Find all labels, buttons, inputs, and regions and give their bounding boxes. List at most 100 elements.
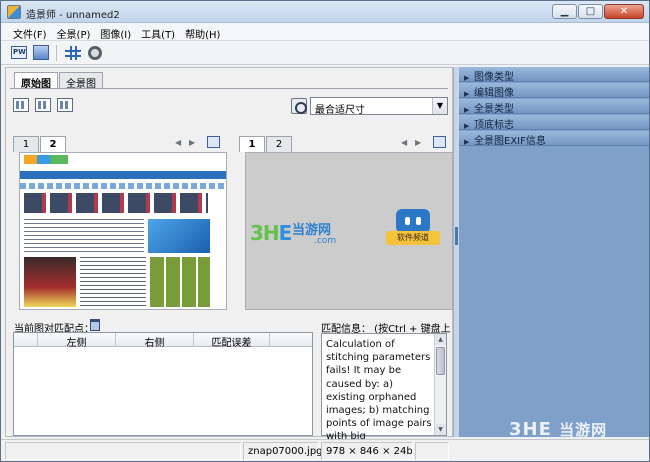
column-header-index[interactable] xyxy=(14,333,38,347)
thumb-site-logo xyxy=(24,155,68,164)
thumb-text-lines xyxy=(24,219,144,253)
menu-panorama[interactable]: 全景(P) xyxy=(53,23,97,41)
robot-eye xyxy=(416,217,421,225)
prev-image-icon[interactable]: ◀ xyxy=(175,138,181,147)
close-button[interactable]: ✕ xyxy=(604,4,644,19)
menu-bar: 文件(F) 全景(P) 图像(I) 工具(T) 帮助(H) xyxy=(1,23,649,41)
match-info-text: Calculation of stitching parameters fail… xyxy=(326,339,432,443)
site-watermark: 3HE 当游网 xyxy=(509,419,608,440)
thumbnail-view-icon[interactable] xyxy=(13,98,29,112)
grid-tool-icon xyxy=(65,46,81,60)
trash-icon[interactable] xyxy=(90,319,100,331)
site-domain-text: .com xyxy=(314,236,337,246)
chevron-right-icon: ▶ xyxy=(464,122,470,130)
menu-file[interactable]: 文件(F) xyxy=(9,23,53,41)
chevron-right-icon: ▶ xyxy=(464,74,470,82)
layout-buttons xyxy=(13,98,73,112)
right-pane-tab-1[interactable]: 1 xyxy=(239,136,265,152)
zoom-fit-icon[interactable] xyxy=(291,98,307,114)
tab-panorama[interactable]: 全景图 xyxy=(59,72,103,90)
scroll-down-icon[interactable]: ▼ xyxy=(435,424,446,435)
zoom-select-value: 最合适尺寸 xyxy=(315,105,365,116)
app-logo-icon xyxy=(7,5,21,19)
chevron-down-icon[interactable]: ▼ xyxy=(432,98,447,114)
maximize-icon: □ xyxy=(585,6,596,17)
task-panorama-type[interactable]: ▶ 全景类型 xyxy=(459,99,649,115)
task-edit-image[interactable]: ▶ 编辑图像 xyxy=(459,83,649,99)
panorama-window-button[interactable]: PW xyxy=(9,44,29,62)
dock-window-icon[interactable] xyxy=(433,136,446,148)
task-zenith-nadir-mark[interactable]: ▶ 顶底标志 xyxy=(459,115,649,131)
task-image-type[interactable]: ▶ 图像类型 xyxy=(459,67,649,83)
thumb-header xyxy=(20,153,226,165)
maximize-button[interactable]: □ xyxy=(578,4,603,19)
next-image-icon[interactable]: ▶ xyxy=(189,138,195,147)
app-window: 造景师 - unnamed2 ▁ □ ✕ 文件(F) 全景(P) 图像(I) 工… xyxy=(0,0,650,462)
window-title: 造景师 - unnamed2 xyxy=(26,10,120,21)
match-info-textbox[interactable]: Calculation of stitching parameters fail… xyxy=(321,333,447,442)
table-header: 左侧 右侧 匹配误差 xyxy=(14,333,312,349)
column-header-left[interactable]: 左侧 xyxy=(38,333,116,349)
tab-original-images[interactable]: 原始图 xyxy=(14,72,58,90)
scrollbar-thumb[interactable] xyxy=(436,347,445,375)
settings-button[interactable] xyxy=(85,44,105,62)
chevron-right-icon: ▶ xyxy=(464,138,470,146)
right-pane-tabs: 1 2 xyxy=(239,136,293,152)
tab-divider xyxy=(10,88,448,89)
status-bar: znap07000.jpg 978 × 846 × 24b xyxy=(1,439,649,461)
status-dimensions: 978 × 846 × 24b xyxy=(321,442,413,460)
left-pane-tab-2[interactable]: 2 xyxy=(40,136,66,152)
left-image-preview[interactable] xyxy=(19,152,227,310)
thumb-text-lines-2 xyxy=(80,257,146,307)
image-window-button[interactable] xyxy=(31,44,51,62)
column-header-error[interactable]: 匹配误差 xyxy=(194,333,270,349)
zoom-select[interactable]: 最合适尺寸 ▼ xyxy=(310,97,448,116)
minimize-icon: ▁ xyxy=(560,6,569,17)
right-image-preview[interactable]: 3HE 当游网 .com 软件频道 xyxy=(245,152,453,310)
prev-image-icon[interactable]: ◀ xyxy=(401,138,407,147)
thumb-navbar xyxy=(20,171,226,179)
splitter-grip[interactable] xyxy=(455,227,458,245)
match-info-scrollbar[interactable]: ▲ ▼ xyxy=(434,334,446,435)
thumb-app-icons xyxy=(24,193,208,213)
title-bar[interactable]: 造景师 - unnamed2 ▁ □ ✕ xyxy=(1,1,649,23)
status-filename: znap07000.jpg xyxy=(243,442,323,460)
software-channel-banner: 软件频道 xyxy=(386,231,440,245)
right-pane-tab-2[interactable]: 2 xyxy=(266,136,292,152)
toolbar: PW xyxy=(1,41,649,65)
left-pane-tab-1[interactable]: 1 xyxy=(13,136,39,152)
thumb-pictures xyxy=(150,257,210,307)
next-image-icon[interactable]: ▶ xyxy=(415,138,421,147)
panorama-window-icon: PW xyxy=(11,46,27,59)
scroll-up-icon[interactable]: ▲ xyxy=(435,334,446,345)
chevron-right-icon: ▶ xyxy=(464,106,470,114)
task-panel: ▶ 图像类型 ▶ 编辑图像 ▶ 全景类型 ▶ 顶底标志 ▶ 全景图EXIF信息 xyxy=(459,67,649,437)
thumb-subnav xyxy=(20,183,226,189)
match-points-table[interactable]: 左侧 右侧 匹配误差 xyxy=(13,332,313,436)
minimize-button[interactable]: ▁ xyxy=(552,4,577,19)
menu-image[interactable]: 图像(I) xyxy=(96,23,137,41)
image-window-icon xyxy=(33,45,49,60)
task-exif-info[interactable]: ▶ 全景图EXIF信息 xyxy=(459,131,649,147)
robot-face xyxy=(396,209,430,233)
thumb-banner xyxy=(148,219,210,253)
single-view-icon[interactable] xyxy=(35,98,51,112)
chevron-right-icon: ▶ xyxy=(464,90,470,98)
menu-tools[interactable]: 工具(T) xyxy=(137,23,181,41)
site-logo-3he: 3HE xyxy=(250,221,292,245)
dock-window-icon[interactable] xyxy=(207,136,220,148)
thumb-game-art xyxy=(24,257,76,307)
compare-view-icon[interactable] xyxy=(57,98,73,112)
left-image-pane: 1 2 ◀ ▶ xyxy=(13,136,227,312)
status-extra xyxy=(415,442,449,460)
column-header-right[interactable]: 右侧 xyxy=(116,333,194,349)
view-tabs: 原始图 全景图 xyxy=(14,72,104,90)
toolbar-separator xyxy=(56,45,57,61)
settings-gear-icon xyxy=(88,46,102,60)
grid-tool-button[interactable] xyxy=(63,44,83,62)
source-images-panel: 原始图 全景图 最合适尺寸 ▼ 1 2 ◀ ▶ 1 2 ◀ ▶ 3HE 当游网 … xyxy=(5,67,453,442)
close-icon: ✕ xyxy=(619,6,629,17)
right-image-pane: 1 2 ◀ ▶ 3HE 当游网 .com 软件频道 xyxy=(239,136,453,312)
robot-mascot-icon: 软件频道 xyxy=(386,209,440,247)
menu-help[interactable]: 帮助(H) xyxy=(181,23,226,41)
